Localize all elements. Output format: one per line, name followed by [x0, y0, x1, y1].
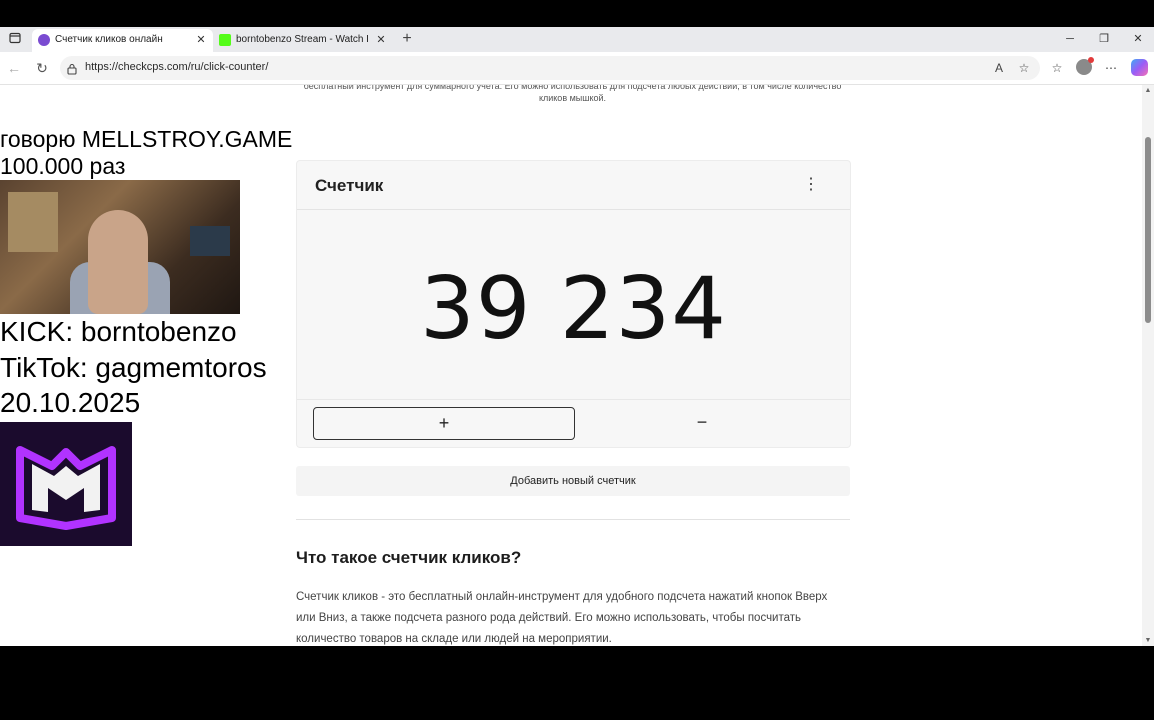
favorite-star-icon[interactable]: ☆	[1017, 61, 1031, 75]
profile-avatar[interactable]	[1076, 57, 1094, 75]
back-icon[interactable]: ←	[6, 60, 22, 76]
divider	[297, 209, 850, 210]
add-counter-button[interactable]: Добавить новый счетчик	[296, 466, 850, 496]
section-divider	[296, 519, 850, 520]
reload-icon[interactable]: ↻	[34, 60, 50, 76]
favorites-icon[interactable]: ☆	[1049, 60, 1065, 76]
close-tab-icon[interactable]: ✕	[375, 33, 387, 47]
overlay-text-mellstroy: говорю MELLSTROY.GAME	[0, 126, 293, 153]
close-tab-icon[interactable]: ✕	[195, 33, 207, 47]
scroll-down-icon[interactable]: ▼	[1144, 637, 1152, 644]
section-paragraph: Счетчик кликов - это бесплатный онлайн-и…	[296, 591, 828, 645]
scrollbar[interactable]: ▲ ▼	[1142, 85, 1154, 646]
webcam-background	[8, 192, 58, 252]
counter-title: Счетчик	[315, 176, 384, 195]
counter-menu-icon[interactable]: ⋮	[803, 175, 819, 195]
channel-logo	[0, 422, 132, 546]
counter-card: Счетчик ⋮ 39 234 + −	[296, 160, 851, 448]
webcam-streamer	[88, 210, 148, 314]
read-aloud-icon[interactable]: A	[992, 61, 1006, 75]
address-bar[interactable]: https://checkcps.com/ru/click-counter/ A…	[60, 56, 1040, 80]
m-logo-icon	[16, 446, 116, 530]
scroll-up-icon[interactable]: ▲	[1144, 87, 1152, 94]
kick-favicon-icon	[219, 34, 231, 46]
tab-click-counter[interactable]: Счетчик кликов онлайн ✕	[32, 29, 213, 52]
notification-dot	[1088, 57, 1094, 63]
tab-title: borntobenzo Stream - Watch Live	[236, 34, 368, 45]
tab-title: Счетчик кликов онлайн	[55, 34, 163, 45]
intro-text: бесплатный инструмент для суммарного уче…	[303, 85, 842, 103]
restore-icon[interactable]: ❐	[1095, 31, 1113, 47]
minimize-icon[interactable]: ─	[1061, 31, 1079, 47]
divider	[297, 399, 850, 400]
overlay-text-tiktok: TikTok: gagmemtoros	[0, 351, 267, 385]
section-heading: Что такое счетчик кликов?	[296, 548, 522, 567]
site-info-icon[interactable]	[67, 62, 77, 75]
scrollbar-thumb[interactable]	[1145, 137, 1151, 323]
checkcps-favicon-icon	[38, 34, 50, 46]
webcam-monitor	[190, 226, 230, 256]
close-window-icon[interactable]: ✕	[1129, 31, 1147, 47]
increment-button[interactable]: +	[313, 407, 575, 440]
copilot-icon[interactable]	[1131, 59, 1148, 76]
address-toolbar: ← ↻ https://checkcps.com/ru/click-counte…	[0, 52, 1154, 85]
more-menu-icon[interactable]: ⋯	[1103, 60, 1119, 76]
overlay-text-date: 20.10.2025	[0, 386, 141, 420]
decrement-button[interactable]: −	[577, 407, 827, 440]
tab-strip: Счетчик кликов онлайн ✕ borntobenzo Stre…	[0, 27, 1154, 52]
tab-actions-icon[interactable]	[7, 32, 23, 48]
overlay-text-count: 100.000 раз	[0, 153, 126, 180]
new-tab-icon[interactable]: +	[399, 30, 415, 48]
overlay-text-kick: KICK: borntobenzo	[0, 315, 237, 349]
tab-stream[interactable]: borntobenzo Stream - Watch Live ✕	[213, 29, 391, 52]
url-text: https://checkcps.com/ru/click-counter/	[85, 61, 269, 73]
counter-value[interactable]: 39 234	[297, 259, 850, 359]
webcam-feed	[0, 180, 240, 314]
